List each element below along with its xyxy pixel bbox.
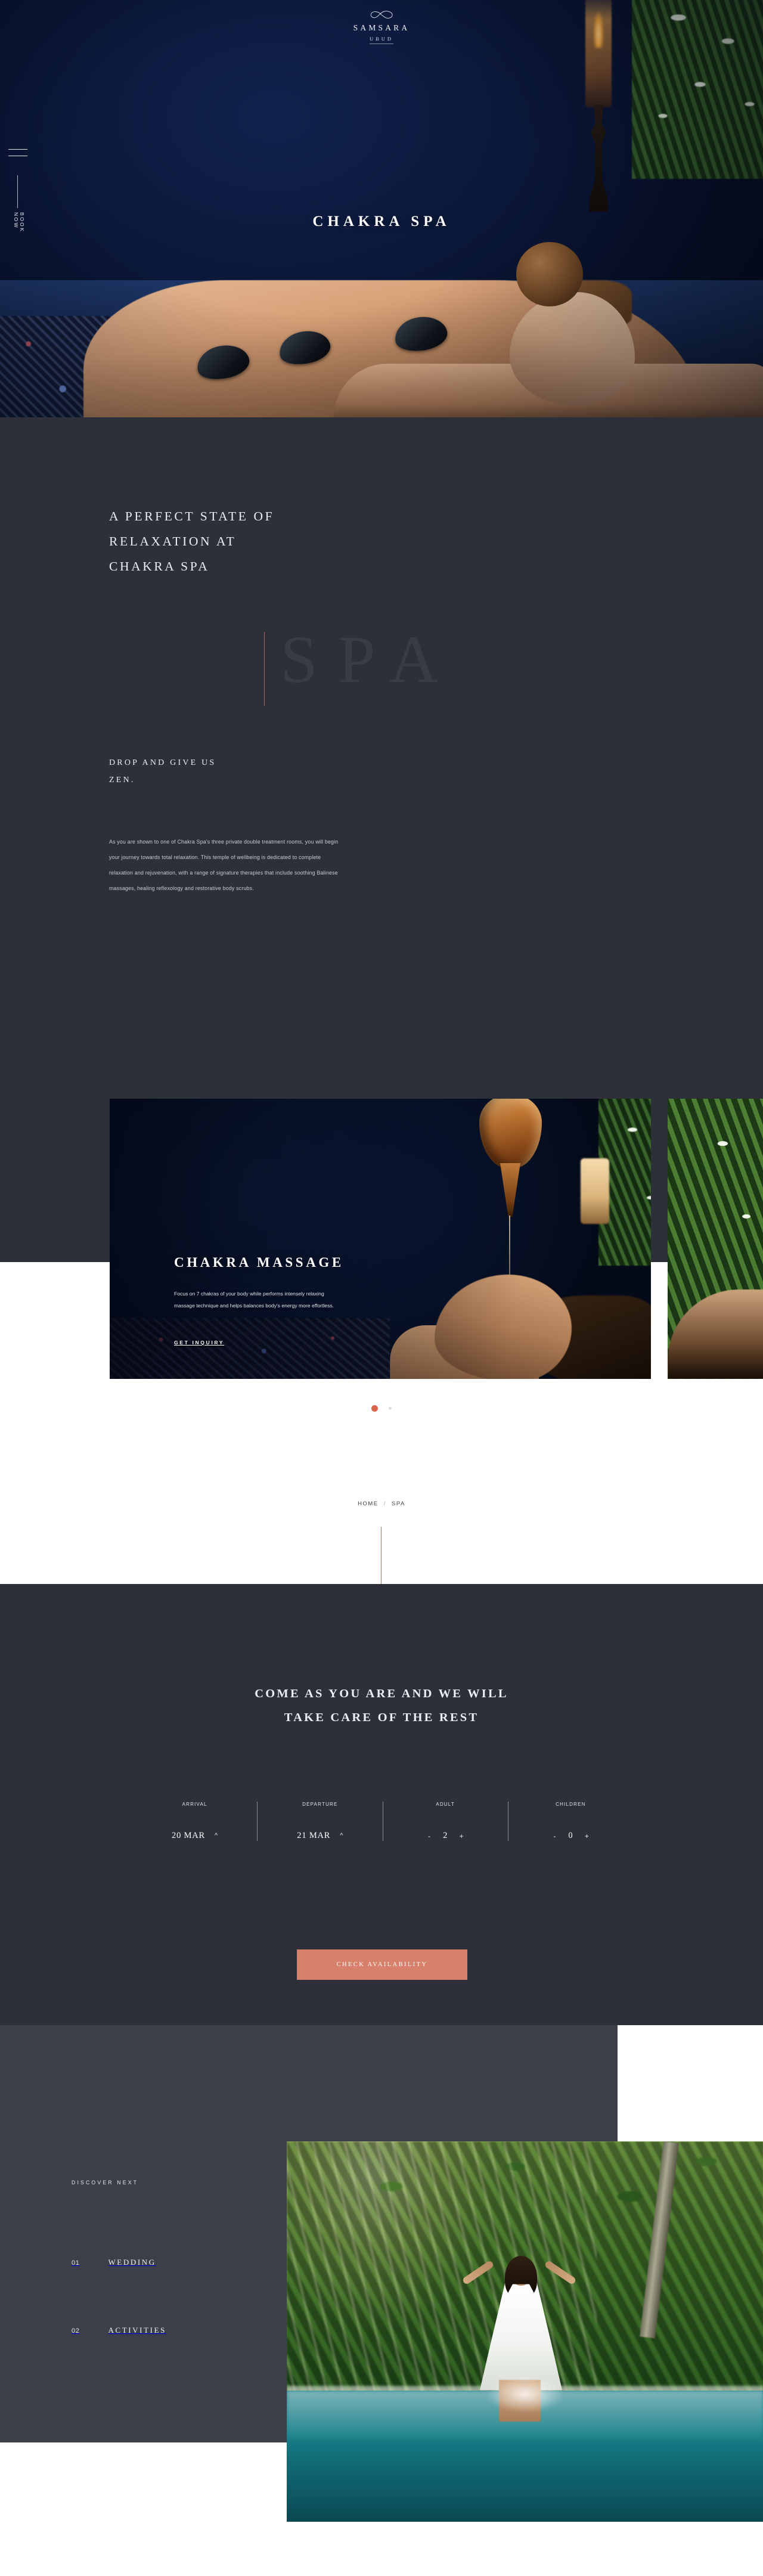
field-arrival[interactable]: ARRIVAL 20 MAR ^ [132,1802,257,1841]
intro-subheading-line-1: DROP AND GIVE US [109,758,216,767]
card-scrim [110,1099,651,1379]
infinity-icon [370,11,393,18]
discover-item-number: 02 [72,2327,80,2335]
chevron-up-icon[interactable]: ^ [340,1833,343,1839]
card-description: Focus on 7 chakras of your body while pe… [174,1291,334,1309]
field-label-departure: DEPARTURE [302,1802,338,1807]
discover-next-photo[interactable] [287,2141,763,2522]
treatment-card-next[interactable] [668,1099,763,1379]
booking-heading-line-2: TAKE CARE OF THE REST [284,1710,479,1724]
intro-heading-line-3: CHAKRA SPA [109,559,210,574]
hero-background-photo [0,0,763,417]
field-label-arrival: ARRIVAL [182,1802,207,1807]
intro-subheading-line-2: ZEN. [109,776,135,785]
carousel-pagination[interactable] [0,1403,763,1414]
rail-divider [17,175,18,208]
intro-heading-line-1: A PERFECT STATE OF [109,509,275,523]
accent-vertical-rule [264,632,265,706]
discover-item-number: 01 [72,2259,80,2267]
breadcrumb-current: SPA [392,1501,405,1507]
field-children[interactable]: CHILDREN - 0 + [507,1802,633,1841]
breadcrumb-home-link[interactable]: HOME [358,1501,379,1507]
children-increment-button[interactable]: + [582,1833,591,1840]
get-inquiry-button[interactable]: GET INQUIRY [174,1340,224,1346]
field-departure[interactable]: DEPARTURE 21 MAR ^ [257,1802,382,1841]
discover-item-wedding[interactable]: 01 WEDDING [72,2258,156,2267]
booking-heading-line-1: COME AS YOU ARE AND WE WILL [255,1687,508,1700]
intro-heading: A PERFECT STATE OF RELAXATION AT CHAKRA … [109,504,274,579]
site-logo[interactable]: SAMSARA UBUD [0,10,763,44]
booking-form: ARRIVAL 20 MAR ^ DEPARTURE 21 MAR ^ ADUL… [132,1802,633,1841]
page-title: CHAKRA SPA [312,213,451,230]
arrival-date-value[interactable]: 20 MAR [172,1831,205,1841]
intro-subheading: DROP AND GIVE US ZEN. [109,754,216,789]
carousel-dot[interactable] [389,1407,392,1411]
logo-subtitle: UBUD [369,36,394,44]
hamburger-menu-icon[interactable] [8,149,27,162]
check-availability-button[interactable]: CHECK AVAILABILITY [297,1949,467,1980]
adult-increment-button[interactable]: + [457,1833,466,1840]
discover-item-activities[interactable]: 02 ACTIVITIES [72,2326,166,2335]
adult-count-value: 2 [443,1831,448,1840]
field-label-children: CHILDREN [556,1802,586,1807]
field-label-adult: ADULT [436,1802,455,1807]
hero-vignette [0,0,763,417]
water-splash-decor [466,2373,585,2444]
book-now-link[interactable]: BOOK NOW [13,212,25,233]
chevron-up-icon[interactable]: ^ [215,1833,218,1839]
discover-item-label: ACTIVITIES [108,2326,166,2335]
departure-date-value[interactable]: 21 MAR [297,1831,330,1841]
watermark-word: SPA [280,622,458,697]
children-decrement-button[interactable]: - [550,1833,559,1840]
discover-item-label: WEDDING [108,2258,156,2267]
carousel-dot-active[interactable] [371,1405,378,1412]
discover-next-label: DISCOVER NEXT [72,2180,139,2186]
intro-heading-line-2: RELAXATION AT [109,534,237,548]
logo-name: SAMSARA [353,23,410,32]
field-adult[interactable]: ADULT - 2 + [382,1802,508,1841]
booking-heading: COME AS YOU ARE AND WE WILL TAKE CARE OF… [0,1682,763,1730]
intro-body-copy: As you are shown to one of Chakra Spa's … [109,839,339,891]
treatment-card-chakra-massage[interactable]: CHAKRA MASSAGE Focus on 7 chakras of you… [110,1099,651,1379]
breadcrumb: HOME / SPA [0,1501,763,1507]
hero-section: SAMSARA UBUD BOOK NOW CHAKRA SPA [0,0,763,417]
adult-decrement-button[interactable]: - [425,1833,433,1840]
children-count-value: 0 [568,1831,573,1840]
card-next-model [668,1289,763,1379]
breadcrumb-separator: / [383,1501,386,1507]
card-title: CHAKRA MASSAGE [174,1255,344,1270]
